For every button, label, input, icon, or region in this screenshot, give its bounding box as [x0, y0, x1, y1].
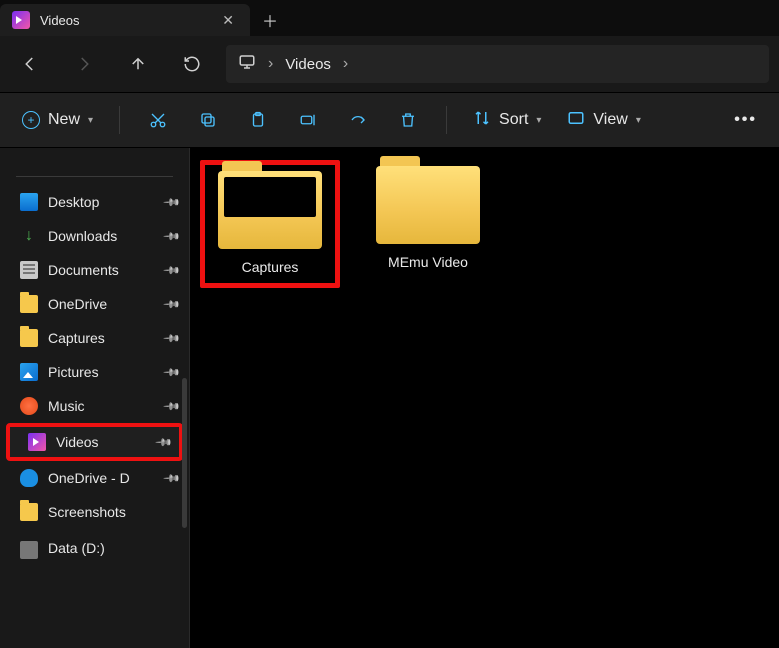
sidebar-item-label: Data (D:) [48, 540, 179, 556]
sort-button[interactable]: Sort ▾ [463, 103, 551, 138]
pin-icon: 📌 [163, 329, 182, 348]
sidebar-item-label: Pictures [48, 364, 155, 380]
doc-icon [20, 261, 38, 279]
cut-button[interactable] [136, 100, 180, 140]
desktop-icon [20, 193, 38, 211]
sidebar-item-onedrive[interactable]: OneDrive 📌 [0, 287, 189, 321]
share-button[interactable] [336, 100, 380, 140]
chevron-down-icon: ▾ [88, 115, 93, 126]
sidebar-item-label: Captures [48, 330, 155, 346]
sidebar-item-onedrive-d[interactable]: OneDrive - D 📌 [0, 461, 189, 495]
pin-icon: 📌 [163, 363, 182, 382]
pin-icon: 📌 [163, 295, 182, 314]
back-button[interactable] [10, 44, 50, 84]
folder-item-memu-video[interactable]: MEmu Video [358, 160, 498, 288]
sidebar-item-data-d-[interactable]: Data (D:) [0, 529, 189, 567]
new-button[interactable]: + New ▾ [12, 105, 103, 135]
toolbar: + New ▾ Sort ▾ View ▾ ••• [0, 92, 779, 148]
sidebar-item-label: Downloads [48, 228, 155, 244]
folder-icon [20, 329, 38, 347]
folder-label: MEmu Video [388, 254, 468, 270]
forward-button[interactable] [64, 44, 104, 84]
pin-icon: 📌 [163, 193, 182, 212]
sidebar-item-documents[interactable]: Documents 📌 [0, 253, 189, 287]
new-tab-button[interactable]: ＋ [250, 4, 290, 36]
new-label: New [48, 111, 80, 129]
chevron-down-icon: ▾ [536, 115, 541, 126]
folder-icon [20, 295, 38, 313]
sidebar-item-label: Screenshots [48, 504, 179, 520]
scrollbar[interactable] [182, 378, 187, 528]
divider [119, 106, 120, 134]
main-area: Desktop📌↓Downloads📌Documents📌OneDrive📌Ca… [0, 148, 779, 648]
folder-item-captures[interactable]: Captures [200, 160, 340, 288]
sidebar-item-videos[interactable]: Videos 📌 [8, 425, 181, 459]
sidebar-item-music[interactable]: Music 📌 [0, 389, 189, 423]
sort-label: Sort [499, 111, 528, 129]
download-icon: ↓ [20, 227, 38, 245]
view-button[interactable]: View ▾ [557, 103, 650, 138]
pin-icon: 📌 [155, 433, 174, 452]
music-icon [20, 397, 38, 415]
folder-label: Captures [242, 259, 299, 275]
sidebar-item-label: Desktop [48, 194, 155, 210]
view-label: View [593, 111, 627, 129]
pin-icon: 📌 [163, 227, 182, 246]
folder-icon [376, 166, 480, 244]
cloud-icon [20, 469, 38, 487]
paste-button[interactable] [236, 100, 280, 140]
tab-title: Videos [40, 13, 208, 28]
close-tab-button[interactable]: ✕ [218, 8, 238, 33]
video-icon [28, 433, 46, 451]
refresh-button[interactable] [172, 44, 212, 84]
folder-icon [218, 171, 322, 249]
sidebar-item-downloads[interactable]: ↓ Downloads 📌 [0, 219, 189, 253]
nav-bar: › Videos › [0, 36, 779, 92]
view-icon [567, 109, 585, 132]
chevron-down-icon: ▾ [636, 115, 641, 126]
sidebar-item-label: OneDrive - D [48, 470, 155, 486]
more-button[interactable]: ••• [724, 105, 767, 135]
sidebar-item-label: Documents [48, 262, 155, 278]
divider [446, 106, 447, 134]
copy-button[interactable] [186, 100, 230, 140]
drive-icon [20, 541, 38, 559]
sidebar-item-label: Videos [56, 434, 147, 450]
this-pc-icon [238, 53, 256, 76]
sidebar-item-captures[interactable]: Captures 📌 [0, 321, 189, 355]
pin-icon: 📌 [163, 261, 182, 280]
window-tab[interactable]: Videos ✕ [0, 4, 250, 36]
pic-icon [20, 363, 38, 381]
pin-icon: 📌 [163, 469, 182, 488]
sidebar-item-label: Music [48, 398, 155, 414]
title-bar: Videos ✕ ＋ [0, 0, 779, 36]
chevron-right-icon: › [268, 55, 273, 73]
sidebar-item-pictures[interactable]: Pictures 📌 [0, 355, 189, 389]
app-icon [12, 11, 30, 29]
folder-icon [20, 503, 38, 521]
plus-circle-icon: + [22, 111, 40, 129]
rename-button[interactable] [286, 100, 330, 140]
chevron-right-icon[interactable]: › [343, 55, 348, 73]
pin-icon: 📌 [163, 397, 182, 416]
up-button[interactable] [118, 44, 158, 84]
breadcrumb-current[interactable]: Videos [285, 56, 331, 73]
address-bar[interactable]: › Videos › [226, 45, 769, 83]
sidebar-item-label: OneDrive [48, 296, 155, 312]
delete-button[interactable] [386, 100, 430, 140]
sort-icon [473, 109, 491, 132]
sidebar-item-screenshots[interactable]: Screenshots [0, 495, 189, 529]
sidebar: Desktop📌↓Downloads📌Documents📌OneDrive📌Ca… [0, 148, 190, 648]
sidebar-divider [16, 176, 173, 177]
content-pane[interactable]: Captures MEmu Video [190, 148, 779, 648]
sidebar-item-desktop[interactable]: Desktop 📌 [0, 185, 189, 219]
